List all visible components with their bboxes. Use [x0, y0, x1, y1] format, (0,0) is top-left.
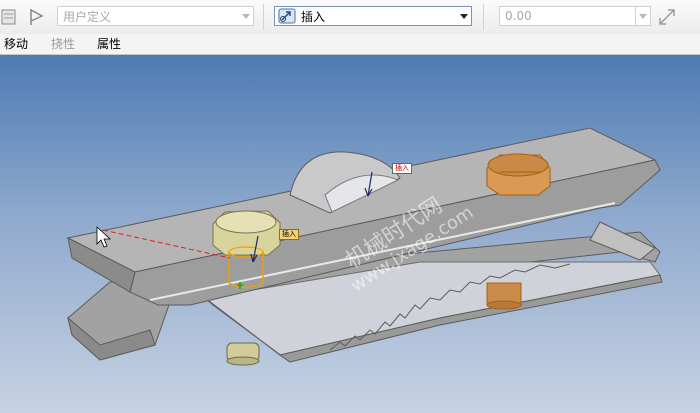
insert-constraint-icon: [278, 8, 296, 24]
chevron-down-icon: [239, 7, 253, 25]
tab-properties[interactable]: 属性: [97, 36, 121, 52]
chevron-down-icon: [457, 7, 471, 25]
constraint-tag-top[interactable]: 插入: [392, 163, 412, 174]
offset-value: 0.00: [505, 9, 532, 23]
placement-icon[interactable]: [0, 8, 18, 26]
menu-strip: 移动 挠性 属性: [0, 34, 700, 55]
tab-flexibility[interactable]: 挠性: [51, 36, 75, 52]
constraint-type-value: 用户定义: [63, 9, 112, 24]
model-canvas: [66, 127, 663, 366]
graphics-viewport[interactable]: 插入 插入 机械时代网 www.jxage.com: [0, 55, 700, 413]
orange-bolt: [486, 153, 551, 196]
constraint-value: 插入: [301, 9, 326, 24]
toolbar-separator: [263, 4, 264, 30]
constraint-tag-bottom[interactable]: 插入: [279, 229, 299, 240]
constraint-type-select[interactable]: 用户定义: [57, 6, 254, 26]
tab-move[interactable]: 移动: [4, 36, 28, 52]
flag-icon[interactable]: [26, 7, 48, 27]
offset-input[interactable]: 0.00: [499, 6, 651, 26]
toolbar-separator: [483, 4, 484, 30]
constraint-select[interactable]: 插入: [274, 6, 472, 26]
chevron-down-icon: [635, 7, 650, 25]
swap-icon[interactable]: [656, 7, 678, 27]
dashboard-toolbar: 用户定义 插入 0.00: [0, 0, 700, 34]
